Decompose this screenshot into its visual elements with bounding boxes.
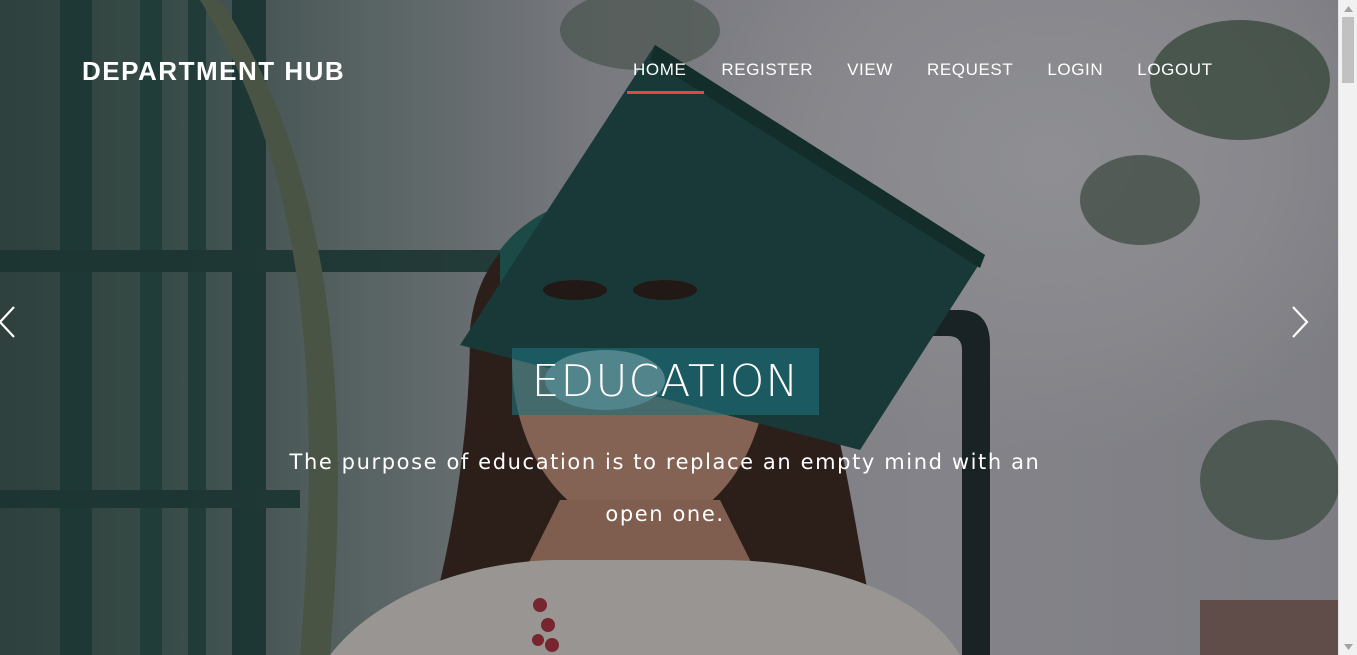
- scroll-up-arrow-icon: [1343, 5, 1353, 12]
- nav-request[interactable]: REQUEST: [910, 58, 1030, 94]
- nav-login[interactable]: LOGIN: [1030, 58, 1120, 94]
- brand-logo[interactable]: DEPARTMENT HUB: [82, 56, 345, 87]
- carousel-prev-button[interactable]: [0, 304, 20, 340]
- nav-register[interactable]: REGISTER: [704, 58, 830, 94]
- vertical-scrollbar[interactable]: [1338, 0, 1357, 655]
- chevron-right-icon: [1292, 306, 1309, 338]
- carousel-next-button[interactable]: [1288, 304, 1314, 340]
- scroll-down-button[interactable]: [1339, 638, 1357, 655]
- carousel-caption-title: EDUCATION: [512, 348, 819, 415]
- nav-view[interactable]: VIEW: [830, 58, 910, 94]
- scroll-down-arrow-icon: [1343, 643, 1353, 650]
- scrollbar-thumb[interactable]: [1342, 17, 1354, 83]
- nav-home[interactable]: HOME: [627, 58, 705, 94]
- page: DEPARTMENT HUB HOME REGISTER VIEW REQUES…: [0, 0, 1357, 655]
- carousel-caption-text: The purpose of education is to replace a…: [289, 450, 1041, 526]
- nav-logout[interactable]: LOGOUT: [1120, 58, 1229, 94]
- scroll-up-button[interactable]: [1339, 0, 1357, 17]
- navbar: DEPARTMENT HUB HOME REGISTER VIEW REQUES…: [0, 0, 1338, 140]
- main-nav: HOME REGISTER VIEW REQUEST LOGIN LOGOUT: [627, 58, 1230, 94]
- chevron-left-icon: [0, 306, 15, 338]
